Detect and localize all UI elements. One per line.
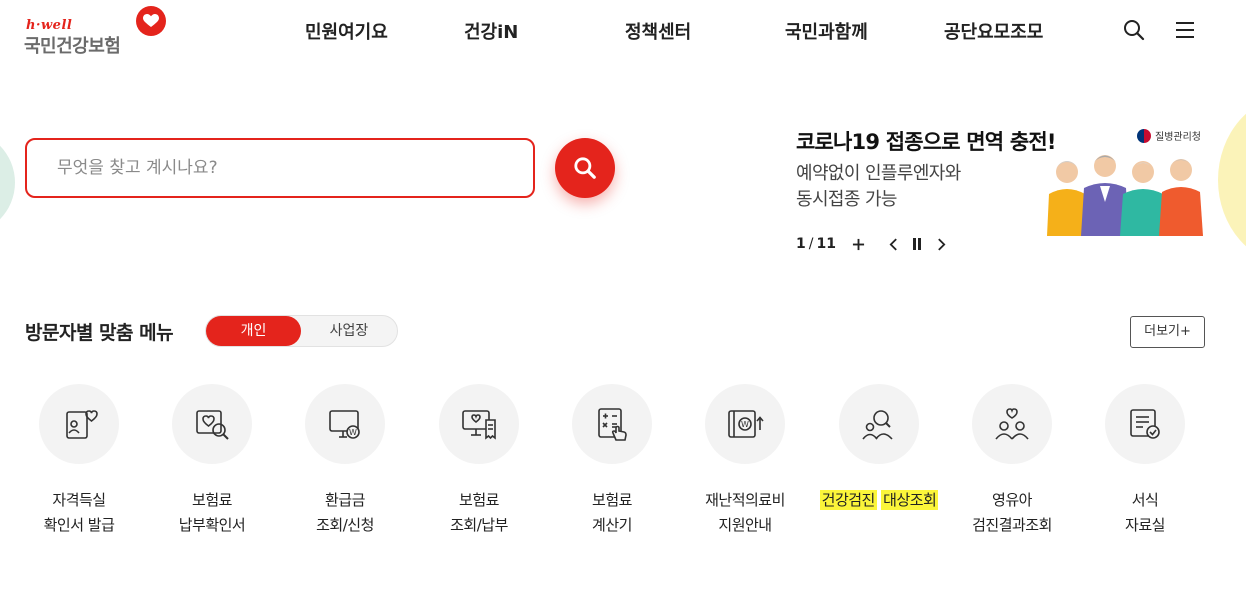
decorative-green-circle: [0, 130, 15, 235]
menu-label-line: 지원안내: [718, 516, 772, 534]
svg-text:W: W: [349, 428, 357, 437]
menu-label-line: 서식: [1131, 491, 1159, 509]
menu-label-line: 영유아: [992, 491, 1032, 509]
menu-item-label: 보험료 계산기: [552, 488, 672, 538]
menu-item-refund-inquiry[interactable]: W 환급금 조회/신청: [285, 384, 405, 538]
banner-current: 1: [796, 236, 806, 252]
menu-icon-circle: [39, 384, 119, 464]
menu-label-line: 보험료: [592, 491, 632, 509]
menu-icon-circle: W: [705, 384, 785, 464]
menu-label-line: 보험료: [192, 491, 232, 509]
nav-item-civil-service[interactable]: 민원여기요: [305, 18, 388, 44]
counter-separator: /: [808, 236, 814, 252]
tab-business[interactable]: 사업장: [301, 316, 397, 346]
menu-item-label: 건강검진 대상조회: [819, 488, 939, 515]
menu-label-line: 검진결과조회: [972, 516, 1052, 534]
menu-item-label: 영유아 검진결과조회: [952, 488, 1072, 538]
visitor-menu-title: 방문자별 맞춤 메뉴: [25, 322, 174, 344]
menu-label-line: 자료실: [1125, 516, 1165, 534]
menu-icon-circle: [839, 384, 919, 464]
menu-item-premium-calculator[interactable]: 보험료 계산기: [552, 384, 672, 538]
search-input[interactable]: [27, 140, 533, 196]
menu-icon-circle: [439, 384, 519, 464]
banner-subtitle-line: 동시접종 가능: [796, 189, 897, 210]
menu-item-catastrophic-medical-support[interactable]: W 재난적의료비 지원안내: [685, 384, 805, 538]
menu-label-line: 재난적의료비: [705, 491, 785, 509]
menu-icon-circle: [1105, 384, 1185, 464]
banner-expand-plus-icon[interactable]: [849, 234, 867, 254]
menu-label-line: 자격득실: [52, 491, 106, 509]
banner-pause-icon[interactable]: [908, 234, 926, 254]
search-icon: [574, 157, 596, 179]
page: h·well 국민건강보험 민원여기요 건강iN 정책센터 국민과함께 공단요모…: [0, 0, 1246, 595]
taegeuk-icon: [1137, 128, 1151, 143]
menu-item-forms-library[interactable]: 서식 자료실: [1085, 384, 1205, 538]
nav-item-about-corporation[interactable]: 공단요모조모: [944, 18, 1043, 44]
menu-icon-circle: W: [305, 384, 385, 464]
menu-label-line: 대상조회: [881, 490, 939, 510]
search-box: [25, 138, 535, 198]
menu-icon-circle: [572, 384, 652, 464]
monitor-receipt-icon: [462, 410, 496, 440]
menu-label-line: 조회/신청: [316, 516, 374, 534]
banner-subtitle: 예약없이 인플루엔자와 동시접종 가능: [796, 161, 961, 213]
banner-controls: 1/11: [796, 234, 836, 254]
family-heart-icon: [995, 408, 1029, 440]
menu-label-line: 계산기: [592, 516, 632, 534]
menu-icon-circle: [972, 384, 1052, 464]
menu-item-qualification-certificate[interactable]: 자격득실 확인서 발급: [19, 384, 139, 538]
menu-item-label: 보험료 납부확인서: [152, 488, 272, 538]
menu-item-premium-payment-certificate[interactable]: 보험료 납부확인서: [152, 384, 272, 538]
decorative-yellow-circle: [1218, 95, 1246, 265]
banner-title[interactable]: 코로나19 접종으로 면역 충전!: [796, 126, 1056, 156]
more-button[interactable]: 더보기+: [1130, 316, 1205, 348]
menu-item-premium-inquiry-payment[interactable]: 보험료 조회/납부: [419, 384, 539, 538]
agency-name: 질병관리청: [1155, 132, 1201, 143]
nav-item-policy-center[interactable]: 정책센터: [625, 18, 691, 44]
menu-icon-circle: [172, 384, 252, 464]
tab-personal[interactable]: 개인: [206, 316, 301, 346]
svg-text:W: W: [741, 420, 749, 429]
menu-label-line: 건강검진: [819, 490, 877, 510]
banner-prev-chevron-icon[interactable]: [884, 234, 902, 254]
heart-search-icon: [196, 410, 229, 440]
search-icon[interactable]: [1122, 18, 1146, 42]
menu-item-label: 재난적의료비 지원안내: [685, 488, 805, 538]
search-button[interactable]: [555, 138, 615, 198]
calculator-icon: [598, 408, 627, 441]
menu-item-infant-checkup-results[interactable]: 영유아 검진결과조회: [952, 384, 1072, 538]
banner-total: 11: [816, 236, 836, 252]
menu-label-line: 조회/납부: [450, 516, 508, 534]
banner-next-chevron-icon[interactable]: [932, 234, 950, 254]
banner-counter: 1/11: [796, 236, 836, 252]
document-check-icon: [1130, 409, 1160, 439]
menu-label-line: 보험료: [459, 491, 499, 509]
elderly-people-illustration: [1047, 155, 1203, 236]
menu-item-label: 자격득실 확인서 발급: [19, 488, 139, 538]
menu-label-line: 환급금: [325, 491, 365, 509]
menu-label-line: 확인서 발급: [43, 516, 115, 534]
id-card-heart-icon: [66, 410, 98, 439]
nav-item-with-citizens[interactable]: 국민과함께: [785, 18, 868, 44]
menu-item-health-checkup-eligibility[interactable]: 건강검진 대상조회: [819, 384, 939, 515]
people-search-icon: [862, 410, 893, 440]
nav-item-health-in[interactable]: 건강iN: [464, 18, 518, 44]
menu-label-line: 납부확인서: [178, 516, 246, 534]
main-nav: 민원여기요 건강iN 정책센터 국민과함께 공단요모조모: [0, 18, 1246, 44]
menu-item-label: 환급금 조회/신청: [285, 488, 405, 538]
hamburger-menu-icon[interactable]: [1173, 18, 1197, 42]
menu-item-label: 서식 자료실: [1085, 488, 1205, 538]
book-won-icon: W: [728, 410, 764, 438]
monitor-won-icon: W: [329, 410, 360, 439]
banner-subtitle-line: 예약없이 인플루엔자와: [796, 163, 961, 184]
visitor-type-toggle: 개인 사업장: [205, 315, 398, 347]
kdca-logo: 질병관리청: [1137, 128, 1201, 143]
menu-item-label: 보험료 조회/납부: [419, 488, 539, 538]
